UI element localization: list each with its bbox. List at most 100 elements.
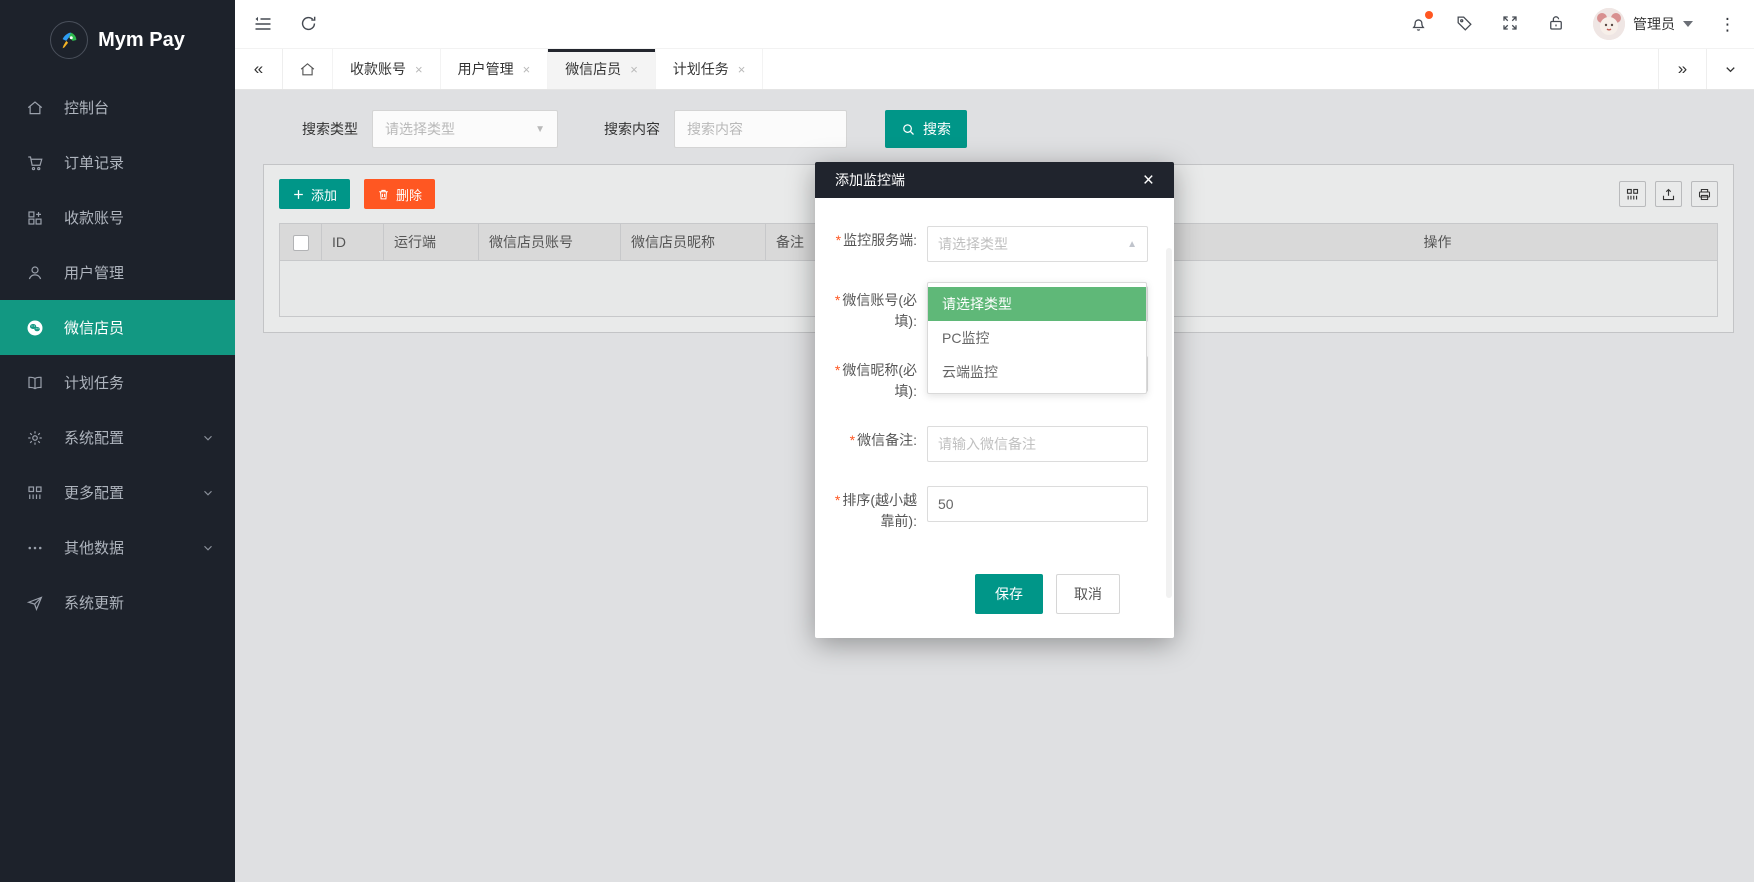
- cart-icon: [26, 154, 44, 172]
- printer-icon: [1697, 187, 1712, 202]
- tabs-menu-button[interactable]: [1706, 49, 1754, 89]
- tab-label: 用户管理: [458, 59, 514, 79]
- close-tab-icon[interactable]: ×: [630, 62, 638, 77]
- columns-filter-button[interactable]: [1619, 181, 1646, 207]
- export-button[interactable]: [1655, 181, 1682, 207]
- fullscreen-icon[interactable]: [1501, 14, 1521, 34]
- sidebar-item-system-config[interactable]: 系统配置: [0, 410, 235, 465]
- gear-icon: [26, 429, 44, 447]
- sidebar-item-label: 收款账号: [64, 207, 124, 228]
- modal-close-icon[interactable]: ×: [1143, 171, 1154, 190]
- modal-body: *监控服务端: 请选择类型 ▲ *微信账号(必填): *微信昵称(必填): *微…: [815, 198, 1174, 638]
- sidebar-item-users[interactable]: 用户管理: [0, 245, 235, 300]
- delete-button-label: 删除: [396, 185, 422, 204]
- tab-label: 计划任务: [673, 59, 729, 79]
- field-label: *微信账号(必填):: [833, 286, 927, 332]
- select-all-checkbox[interactable]: [293, 235, 309, 251]
- sidebar-item-label: 系统更新: [64, 592, 124, 613]
- search-type-label: 搜索类型: [302, 119, 358, 139]
- column-header-nickname: 微信店员昵称: [621, 224, 766, 261]
- required-mark: *: [850, 432, 855, 448]
- user-menu[interactable]: 管理员: [1593, 8, 1693, 40]
- tab-wechat-staff[interactable]: 微信店员 ×: [548, 49, 656, 89]
- column-header-actions: 操作: [1158, 224, 1718, 261]
- tabs-scroll-left-button[interactable]: «: [235, 49, 283, 89]
- home-tab-icon: [299, 61, 316, 78]
- wechat-remark-input[interactable]: [927, 426, 1148, 462]
- sort-order-input[interactable]: [927, 486, 1148, 522]
- search-button[interactable]: 搜索: [885, 110, 967, 148]
- add-button[interactable]: 添加: [279, 179, 350, 209]
- avatar: [1593, 8, 1625, 40]
- tabbar-spacer: [763, 49, 1658, 89]
- chevron-down-icon: [201, 541, 215, 555]
- sidebar-item-label: 更多配置: [64, 482, 124, 503]
- user-name: 管理员: [1633, 14, 1675, 34]
- search-bar: 搜索类型 请选择类型 ▼ 搜索内容 搜索: [235, 90, 1754, 148]
- app-title: Mym Pay: [98, 29, 185, 52]
- accounts-grid-icon: [26, 209, 44, 227]
- notifications-bell-icon[interactable]: [1409, 14, 1429, 34]
- modal-scrollbar[interactable]: [1166, 248, 1172, 598]
- tag-icon[interactable]: [1455, 14, 1475, 34]
- sidebar-item-other-data[interactable]: 其他数据: [0, 520, 235, 575]
- field-label: *微信昵称(必填):: [833, 356, 927, 402]
- cancel-button[interactable]: 取消: [1056, 574, 1120, 614]
- tab-payment-accounts[interactable]: 收款账号 ×: [333, 49, 441, 89]
- sidebar-item-label: 用户管理: [64, 262, 124, 283]
- sidebar-item-label: 系统配置: [64, 427, 124, 448]
- sidebar-nav: 控制台 订单记录 收款账号 用户管理 微信店员 计划任务 系统配置: [0, 80, 235, 882]
- tab-user-management[interactable]: 用户管理 ×: [441, 49, 549, 89]
- user-caret-icon: [1683, 21, 1693, 27]
- close-tab-icon[interactable]: ×: [738, 62, 746, 77]
- book-icon: [26, 374, 44, 392]
- refresh-icon[interactable]: [299, 14, 319, 34]
- sidebar-item-scheduled-tasks[interactable]: 计划任务: [0, 355, 235, 410]
- page-content: 搜索类型 请选择类型 ▼ 搜索内容 搜索 添加 删除: [235, 90, 1754, 882]
- modal-title: 添加监控端: [835, 170, 905, 190]
- sidebar: Mym Pay 控制台 订单记录 收款账号 用户管理 微信店员 计划任务 系: [0, 0, 235, 882]
- sidebar-item-accounts[interactable]: 收款账号: [0, 190, 235, 245]
- print-button[interactable]: [1691, 181, 1718, 207]
- dropdown-option-pc-monitor[interactable]: PC监控: [928, 321, 1146, 355]
- user-icon: [26, 264, 44, 282]
- close-tab-icon[interactable]: ×: [415, 62, 423, 77]
- sidebar-item-system-update[interactable]: 系统更新: [0, 575, 235, 630]
- required-mark: *: [835, 292, 840, 308]
- sidebar-item-label: 微信店员: [64, 317, 124, 338]
- sidebar-item-dashboard[interactable]: 控制台: [0, 80, 235, 135]
- search-type-placeholder: 请选择类型: [385, 119, 455, 139]
- field-sort-order: *排序(越小越靠前):: [833, 486, 1148, 532]
- delete-button[interactable]: 删除: [364, 179, 435, 209]
- sidebar-item-orders[interactable]: 订单记录: [0, 135, 235, 190]
- dropdown-option-cloud-monitor[interactable]: 云端监控: [928, 355, 1146, 389]
- tabs-scroll-right-button[interactable]: »: [1658, 49, 1706, 89]
- chevron-down-icon: [201, 486, 215, 500]
- field-wechat-remark: *微信备注:: [833, 426, 1148, 462]
- sidebar-item-label: 控制台: [64, 97, 109, 118]
- columns-icon: [1625, 187, 1640, 202]
- tab-label: 收款账号: [350, 59, 406, 79]
- search-icon: [901, 122, 916, 137]
- close-tab-icon[interactable]: ×: [523, 62, 531, 77]
- kebab-menu-icon[interactable]: ⋮: [1719, 16, 1736, 33]
- save-button[interactable]: 保存: [975, 574, 1043, 614]
- collapse-menu-icon[interactable]: [253, 14, 273, 34]
- lock-icon[interactable]: [1547, 14, 1567, 34]
- column-header-runtime: 运行端: [384, 224, 479, 261]
- sidebar-item-wechat-staff[interactable]: 微信店员: [0, 300, 235, 355]
- sidebar-item-more-config[interactable]: 更多配置: [0, 465, 235, 520]
- tab-home[interactable]: [283, 49, 333, 89]
- monitor-server-select[interactable]: 请选择类型 ▲: [927, 226, 1148, 262]
- field-label: *微信备注:: [833, 426, 927, 451]
- ellipsis-icon: [26, 539, 44, 557]
- field-label: *排序(越小越靠前):: [833, 486, 927, 532]
- required-mark: *: [836, 232, 841, 248]
- tab-scheduled-tasks[interactable]: 计划任务 ×: [656, 49, 764, 89]
- chevron-down-icon: [201, 431, 215, 445]
- monitor-server-dropdown: 请选择类型 PC监控 云端监控: [927, 282, 1147, 394]
- search-content-input[interactable]: [674, 110, 847, 148]
- dropdown-option-placeholder[interactable]: 请选择类型: [928, 287, 1146, 321]
- rocket-logo-icon: [50, 21, 88, 59]
- search-type-select[interactable]: 请选择类型 ▼: [372, 110, 558, 148]
